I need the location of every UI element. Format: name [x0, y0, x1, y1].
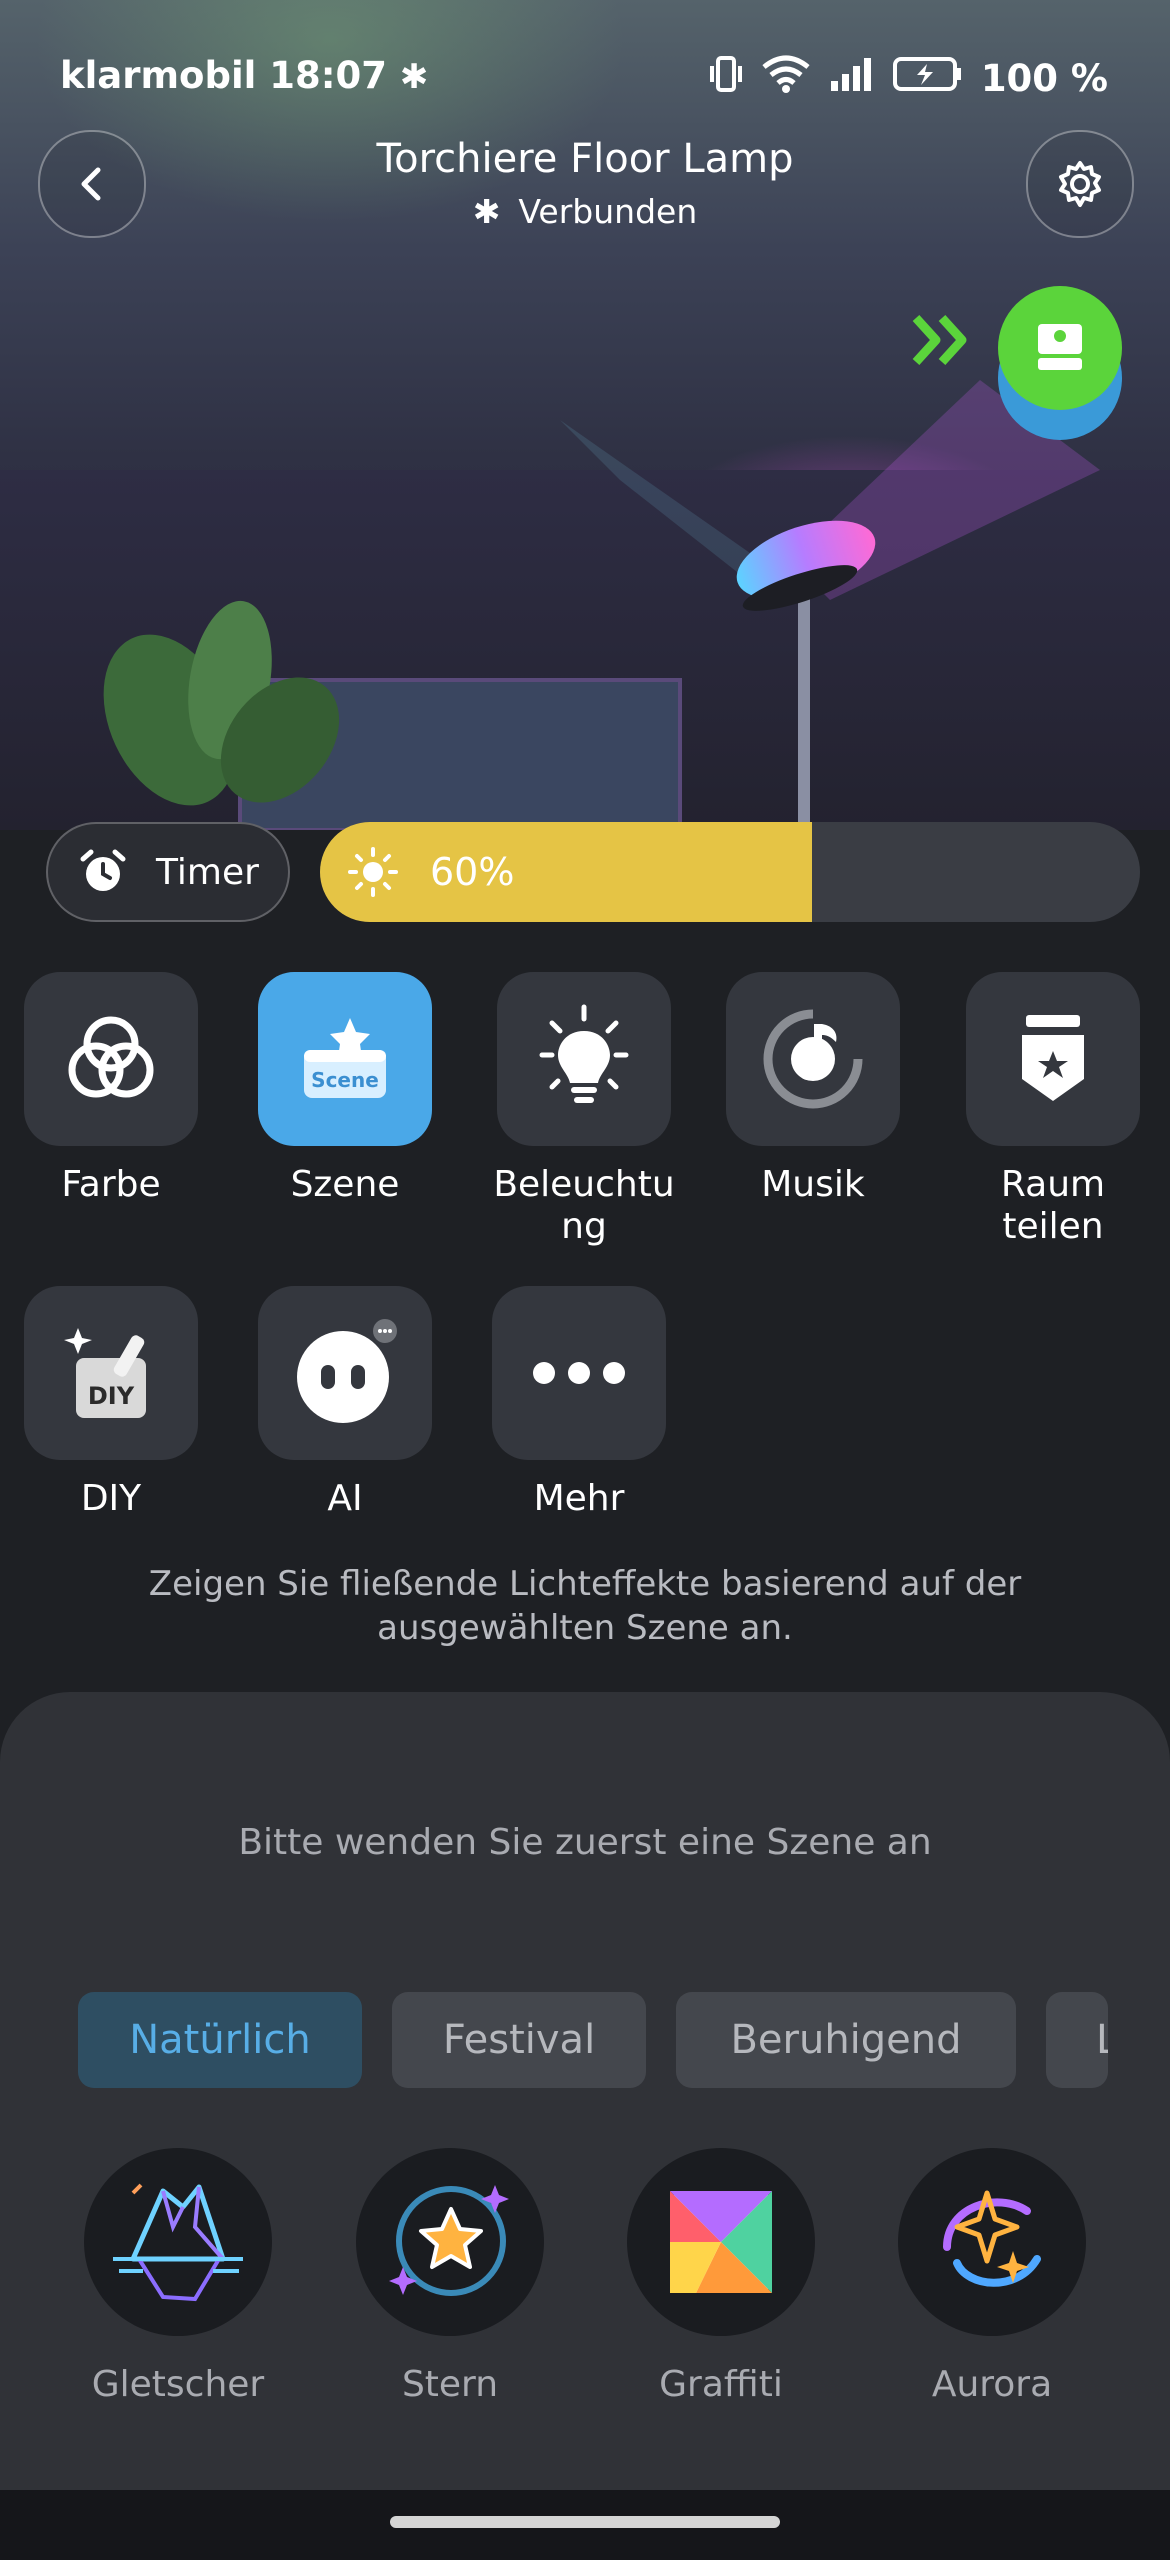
scene-stern[interactable] [356, 2148, 544, 2336]
status-left: klarmobil 18:07 ✱ [60, 54, 428, 97]
battery-percent: 100 % [980, 57, 1108, 100]
feature-beleuchtung[interactable] [497, 972, 671, 1146]
music-icon [763, 1009, 863, 1109]
sun-icon [348, 847, 398, 897]
scene-badge-text: Scene [311, 1068, 379, 1092]
status-bar: klarmobil 18:07 ✱ 100 % [0, 38, 1170, 118]
star-icon [389, 2185, 509, 2296]
ai-face-icon [297, 1319, 397, 1423]
feature-ai[interactable] [258, 1286, 432, 1460]
clock: 18:07 [269, 54, 387, 97]
feature-mehr[interactable] [492, 1286, 666, 1460]
home-indicator[interactable] [390, 2516, 780, 2528]
feature-musik[interactable] [726, 972, 900, 1146]
device-widget-icon [998, 286, 1122, 410]
vibrate-icon [709, 54, 743, 103]
system-navigation-bar [0, 2490, 1170, 2560]
alarm-clock-icon [80, 849, 126, 891]
feature-label-beleuchtung: Beleuchtu ng [493, 1164, 675, 1247]
apply-scene-message: Bitte wenden Sie zuerst eine Szene an [238, 1822, 932, 1863]
scene-label-aurora: Aurora [931, 2364, 1053, 2405]
category-tab-festival[interactable]: Festival [392, 1992, 646, 2088]
connection-status: ✱ Verbunden [0, 192, 1170, 231]
category-tab-next[interactable]: L [1046, 1992, 1108, 2088]
feature-raum-teilen[interactable] [966, 972, 1140, 1146]
feature-farbe[interactable] [24, 972, 198, 1146]
feature-label-mehr: Mehr [533, 1478, 625, 1519]
quick-access-widget[interactable] [910, 282, 1124, 442]
feature-diy[interactable]: DIY [24, 1286, 198, 1460]
gear-icon [1059, 161, 1101, 207]
more-dots-icon [533, 1362, 625, 1384]
scene-graffiti[interactable] [627, 2148, 815, 2336]
page-title: Torchiere Floor Lamp [376, 136, 794, 182]
feature-label-szene: Szene [290, 1164, 400, 1205]
color-rings-icon [68, 1016, 154, 1098]
connection-status-text: Verbunden [518, 192, 698, 231]
status-right: 100 % [709, 54, 1108, 103]
scene-label-stern: Stern [401, 2364, 499, 2405]
double-chevron-right-icon [910, 310, 974, 374]
aurora-icon [943, 2190, 1041, 2287]
scene-label-graffiti: Graffiti [659, 2364, 783, 2405]
feature-label-musik: Musik [761, 1164, 865, 1205]
carrier-label: klarmobil [60, 54, 257, 97]
settings-button[interactable] [1026, 130, 1134, 238]
feature-szene[interactable]: Scene [258, 972, 432, 1146]
category-tab-beruhigend[interactable]: Beruhigend [676, 1992, 1016, 2088]
scene-gletscher[interactable] [84, 2148, 272, 2336]
category-tab-natuerlich[interactable]: Natürlich [78, 1992, 362, 2088]
battery-icon [892, 55, 963, 102]
diy-icon: DIY [56, 1318, 166, 1428]
room-share-icon [1022, 1015, 1084, 1101]
lightbulb-icon [539, 1004, 629, 1103]
scene-description: Zeigen Sie fließende Lichteffekte basier… [148, 1564, 1022, 1648]
diy-badge-text: DIY [87, 1382, 135, 1410]
brightness-slider[interactable]: 60% [320, 822, 1140, 922]
timer-button[interactable]: Timer [46, 822, 290, 922]
feature-label-diy: DIY [80, 1478, 142, 1519]
scene-label-gletscher: Gletscher [91, 2364, 265, 2405]
feature-label-ai: AI [327, 1478, 363, 1519]
feature-label-raum-teilen: Raum teilen [1000, 1164, 1106, 1247]
signal-icon [829, 55, 875, 102]
bluetooth-icon: ✱ [472, 192, 501, 231]
graffiti-icon [670, 2191, 772, 2293]
scene-icon: Scene [290, 1004, 400, 1114]
scene-aurora[interactable] [898, 2148, 1086, 2336]
feature-label-farbe: Farbe [61, 1164, 161, 1205]
brightness-value: 60% [430, 850, 515, 894]
bluetooth-status-icon: ✱ [399, 57, 429, 97]
glacier-icon [113, 2183, 243, 2302]
wifi-icon [761, 55, 811, 102]
timer-label: Timer [156, 851, 259, 893]
